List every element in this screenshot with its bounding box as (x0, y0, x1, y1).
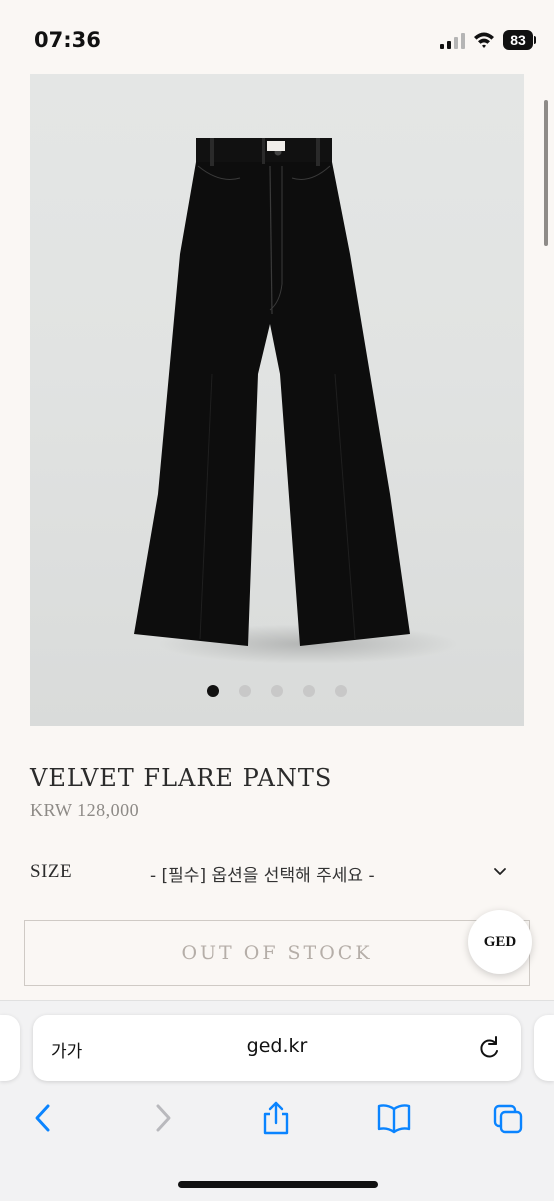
chevron-down-icon[interactable] (492, 866, 508, 878)
chat-bubble-button[interactable]: GED (468, 910, 532, 974)
product-price: KRW 128,000 (30, 800, 140, 820)
scroll-indicator[interactable] (544, 100, 548, 246)
ged-label-tag (267, 141, 285, 151)
back-icon[interactable] (28, 1101, 60, 1135)
status-bar: 07:36 83 (0, 0, 554, 72)
gallery-dot-4[interactable] (303, 685, 315, 697)
gallery-dot-3[interactable] (271, 685, 283, 697)
forward-icon[interactable] (146, 1101, 178, 1135)
tabs-icon[interactable] (492, 1101, 524, 1135)
cellular-signal-icon (440, 33, 465, 49)
size-label: SIZE (30, 861, 73, 882)
share-icon[interactable] (260, 1101, 292, 1135)
product-photo-pants (134, 138, 458, 664)
reload-icon[interactable] (477, 1035, 501, 1061)
bookmarks-icon[interactable] (376, 1101, 412, 1135)
address-bar[interactable]: 가가 ged.kr (33, 1015, 521, 1081)
home-indicator (178, 1181, 378, 1188)
battery-nub (534, 36, 536, 44)
next-tab-preview[interactable] (534, 1015, 554, 1081)
previous-tab-preview[interactable] (0, 1015, 20, 1081)
wifi-icon (474, 32, 494, 48)
browser-toolbar: 가가 ged.kr (0, 1000, 554, 1201)
url-text[interactable]: ged.kr (33, 1035, 521, 1057)
gallery-dot-2[interactable] (239, 685, 251, 697)
gallery-dot-1[interactable] (207, 685, 219, 697)
size-select[interactable]: - [필수] 옵션을 선택해 주세요 - (150, 861, 375, 886)
product-title: VELVET FLARE PANTS (30, 764, 333, 792)
product-image-gallery[interactable] (30, 74, 524, 726)
gallery-pagination (30, 682, 524, 700)
out-of-stock-button[interactable]: OUT OF STOCK (24, 920, 530, 986)
battery-indicator: 83 (503, 30, 533, 50)
gallery-dot-5[interactable] (335, 685, 347, 697)
status-time: 07:36 (34, 28, 101, 52)
